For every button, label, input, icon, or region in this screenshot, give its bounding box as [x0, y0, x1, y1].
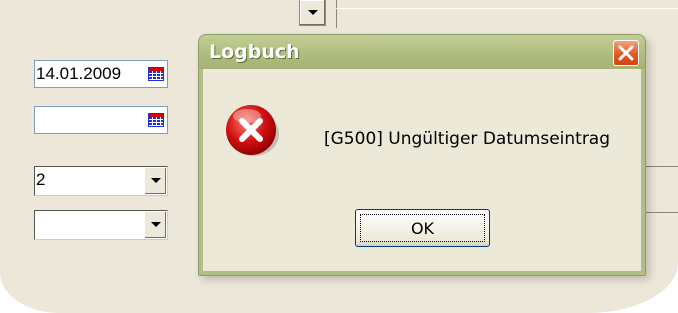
ok-button[interactable]: OK — [355, 209, 490, 247]
error-icon — [226, 105, 279, 156]
calendar-icon[interactable] — [148, 113, 164, 127]
error-message: [G500] Ungültiger Datumseintrag — [324, 129, 611, 149]
dialog-titlebar[interactable]: Logbuch — [199, 35, 645, 69]
select-2[interactable] — [34, 210, 168, 240]
date-field-2[interactable] — [34, 106, 168, 134]
dialog-title: Logbuch — [209, 41, 300, 63]
date-field[interactable]: 14.01.2009 — [34, 60, 168, 88]
date-field-value: 14.01.2009 — [36, 64, 122, 83]
select-1[interactable]: 2 — [34, 166, 168, 196]
divider — [336, 0, 337, 28]
select-1-value: 2 — [36, 170, 46, 189]
dialog-body: [G500] Ungültiger Datumseintrag OK — [203, 69, 641, 271]
chevron-down-icon[interactable] — [144, 212, 166, 238]
divider — [646, 166, 678, 167]
calendar-icon[interactable] — [148, 67, 164, 81]
close-icon — [618, 45, 634, 61]
close-button[interactable] — [613, 40, 639, 66]
ok-button-label: OK — [360, 214, 485, 242]
error-dialog: Logbuch [G500] Ungültiger Datumseintrag … — [198, 34, 646, 276]
top-dropdown-button[interactable] — [299, 0, 326, 26]
divider — [646, 212, 678, 213]
divider — [336, 8, 678, 9]
chevron-down-icon[interactable] — [144, 168, 166, 194]
